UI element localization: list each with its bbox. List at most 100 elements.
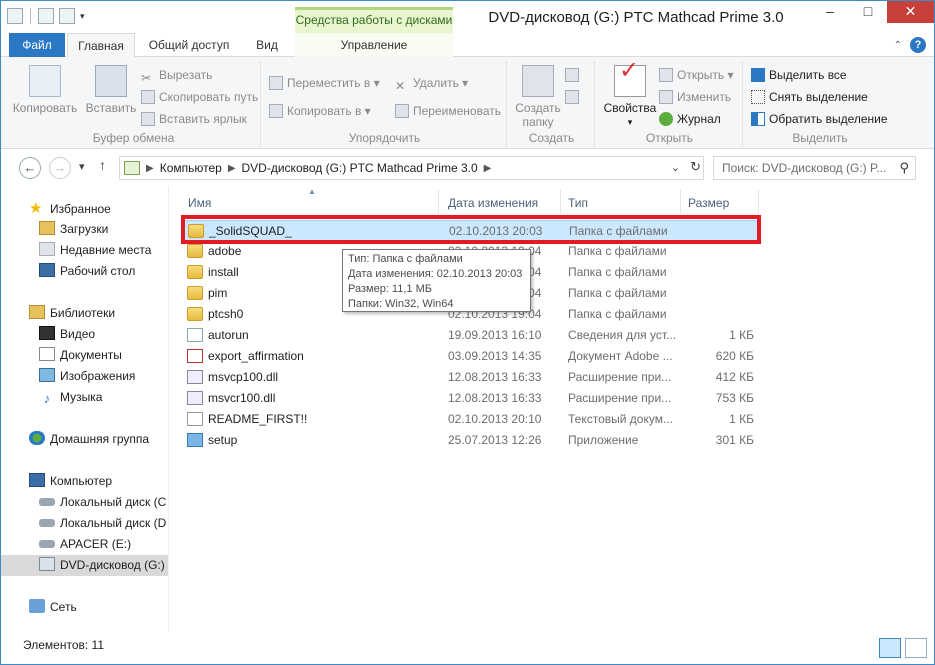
tab-home[interactable]: Главная [67, 33, 135, 58]
tooltip-type: Тип: Папка с файлами [348, 253, 463, 265]
column-separator[interactable] [560, 190, 561, 214]
nav-item-video[interactable]: Видео [39, 324, 95, 345]
nav-item-local-d[interactable]: Локальный диск (D [39, 513, 166, 534]
rename-button[interactable]: Переименовать [395, 101, 501, 121]
select-all-button[interactable]: Выделить все [751, 65, 847, 85]
file-type: Приложение [568, 433, 639, 447]
new-folder-button[interactable]: Создать папку [513, 65, 563, 129]
system-menu-icon[interactable] [7, 8, 23, 24]
table-row[interactable]: export_affirmation 03.09.2013 14:35 Докуме… [182, 346, 758, 367]
search-icon[interactable]: ⚲ [899, 160, 909, 176]
copy-button[interactable]: Копировать [11, 65, 79, 115]
breadcrumb-chevron-icon[interactable]: ▶ [228, 163, 236, 174]
column-header-size[interactable]: Размер [688, 193, 729, 213]
address-bar[interactable]: ▶ Компьютер ▶ DVD-дисковод (G:) PTC Math… [119, 156, 704, 180]
breadcrumb-chevron-icon[interactable]: ▶ [146, 163, 154, 174]
table-row[interactable]: msvcp100.dll 12.08.2013 16:33 Расширение п… [182, 367, 758, 388]
select-none-button[interactable]: Снять выделение [751, 87, 868, 107]
edit-button[interactable]: Изменить [659, 87, 731, 107]
address-dropdown-icon[interactable]: ⌄ [671, 161, 680, 174]
dll-file-icon [187, 391, 203, 405]
group-organize: Переместить в ▾ Копировать в ▾ ✕ Удалить … [263, 61, 507, 147]
nav-item-apacer[interactable]: APACER (E:) [39, 534, 131, 555]
easy-access-button[interactable] [565, 87, 583, 107]
history-button[interactable]: Журнал [659, 109, 721, 129]
paste-shortcut-icon [141, 112, 155, 126]
breadcrumb-computer[interactable]: Компьютер [160, 161, 222, 175]
move-to-button[interactable]: Переместить в ▾ [269, 73, 380, 93]
table-row[interactable]: autorun 19.09.2013 16:10 Сведения для уст.… [182, 325, 758, 346]
forward-button[interactable]: → [49, 157, 71, 179]
search-input[interactable]: Поиск: DVD-дисковод (G:) P... ⚲ [713, 156, 916, 180]
recent-locations-icon[interactable]: ▾ [79, 160, 85, 173]
tab-file[interactable]: Файл [9, 33, 65, 57]
dll-file-icon [187, 370, 203, 384]
nav-item-images[interactable]: Изображения [39, 366, 135, 387]
nav-item-downloads[interactable]: Загрузки [39, 219, 108, 240]
column-separator[interactable] [438, 190, 439, 214]
nav-item-libraries[interactable]: Библиотеки [29, 303, 115, 324]
breadcrumb-chevron-icon[interactable]: ▶ [484, 163, 492, 174]
tab-share[interactable]: Общий доступ [141, 33, 237, 57]
edit-icon [659, 90, 673, 104]
table-row[interactable]: msvcr100.dll 12.08.2013 16:33 Расширение п… [182, 388, 758, 409]
file-name: setup [208, 433, 238, 447]
table-row[interactable]: setup 25.07.2013 12:26 Приложение 301 КБ [182, 430, 758, 451]
delete-button[interactable]: ✕ Удалить ▾ [395, 73, 468, 93]
recent-places-icon [39, 242, 55, 256]
paste-button[interactable]: Вставить [81, 65, 141, 115]
cut-button[interactable]: ✂ Вырезать [141, 65, 212, 85]
explorer-window: ▾ Средства работы с дисками DVD-дисковод… [0, 0, 935, 665]
nav-item-documents[interactable]: Документы [39, 345, 122, 366]
back-button[interactable]: ← [19, 157, 41, 179]
move-to-icon [269, 76, 283, 90]
qat-separator [30, 8, 31, 24]
customize-qat-icon[interactable]: ▾ [80, 11, 85, 22]
group-open: Свойства ▾ Открыть ▾ Изменить Журнал Отк… [597, 61, 743, 147]
tab-manage[interactable]: Управление [295, 33, 453, 57]
file-date: 02.10.2013 20:10 [448, 412, 542, 426]
paste-shortcut-button[interactable]: Вставить ярлык [141, 109, 247, 129]
nav-item-dvd[interactable]: DVD-дисковод (G:) I [1, 555, 168, 576]
column-header-type[interactable]: Тип [568, 193, 588, 213]
column-separator[interactable] [758, 190, 759, 214]
nav-item-local-c[interactable]: Локальный диск (C [39, 492, 166, 513]
nav-item-network[interactable]: Сеть [29, 597, 77, 618]
nav-item-favorites[interactable]: ★ Избранное [29, 198, 111, 219]
select-none-label: Снять выделение [769, 90, 868, 104]
new-item-button[interactable] [565, 65, 583, 85]
new-folder-qat-icon[interactable] [59, 8, 75, 24]
breadcrumb-dvd[interactable]: DVD-дисковод (G:) PTC Mathcad Prime 3.0 [242, 161, 478, 175]
file-type: Документ Adobe ... [568, 349, 673, 363]
nav-item-desktop[interactable]: Рабочий стол [39, 261, 135, 282]
open-button[interactable]: Открыть ▾ [659, 65, 734, 85]
group-new: Создать папку Создать [509, 61, 595, 147]
table-row[interactable]: README_FIRST!! 02.10.2013 20:10 Текстовый … [182, 409, 758, 430]
window-controls: – □ ✕ [811, 1, 934, 23]
collapse-ribbon-icon[interactable]: ⌃ [894, 40, 902, 51]
copy-to-button[interactable]: Копировать в ▾ [269, 101, 371, 121]
properties-qat-icon[interactable] [38, 8, 54, 24]
maximize-button[interactable]: □ [849, 1, 887, 23]
help-icon[interactable]: ? [910, 37, 926, 53]
nav-item-music[interactable]: ♪ Музыка [39, 387, 103, 408]
up-arrow-icon[interactable]: ↑ [99, 157, 106, 173]
close-button[interactable]: ✕ [887, 1, 934, 23]
file-size: 1 КБ [729, 412, 754, 426]
select-all-icon [751, 68, 765, 82]
properties-button[interactable]: Свойства ▾ [601, 64, 659, 129]
details-view-button[interactable] [879, 638, 901, 658]
column-separator[interactable] [680, 190, 681, 214]
refresh-icon[interactable]: ↻ [690, 159, 701, 175]
column-header-name[interactable]: Имя [188, 193, 211, 213]
nav-item-homegroup[interactable]: Домашняя группа [29, 429, 149, 450]
large-icons-view-button[interactable] [905, 638, 927, 658]
nav-item-computer[interactable]: Компьютер [29, 471, 112, 492]
copy-path-button[interactable]: Скопировать путь [141, 87, 258, 107]
drive-icon [39, 498, 55, 506]
nav-item-recent[interactable]: Недавние места [39, 240, 151, 261]
column-header-date[interactable]: Дата изменения [448, 193, 538, 213]
tab-view[interactable]: Вид [245, 33, 289, 57]
minimize-button[interactable]: – [811, 1, 849, 23]
invert-selection-button[interactable]: Обратить выделение [751, 109, 888, 129]
